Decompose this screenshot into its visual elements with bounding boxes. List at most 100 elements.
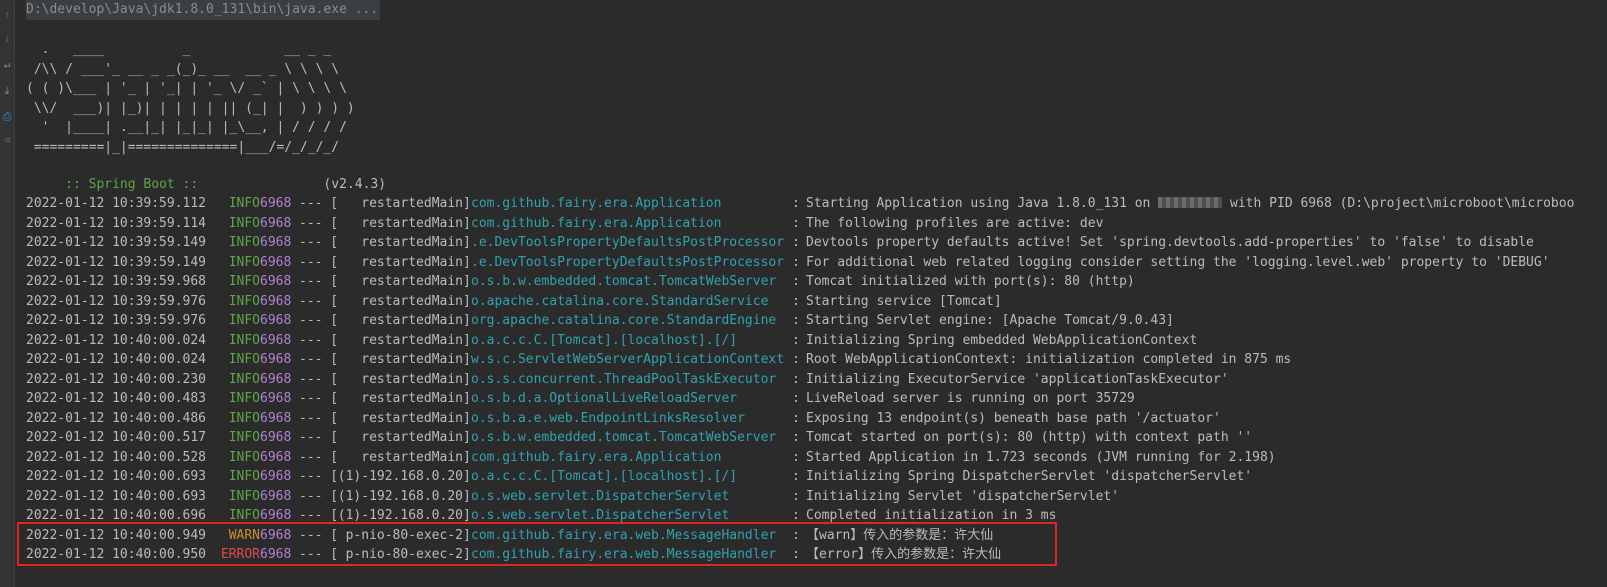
log-message-text: Initializing Spring DispatcherServlet 'd… bbox=[806, 469, 1253, 484]
log-message-text: Root WebApplicationContext: initializati… bbox=[806, 352, 1292, 367]
log-level: INFO bbox=[228, 274, 260, 289]
log-timestamp: 2022-01-12 10:39:59.968 bbox=[26, 274, 207, 289]
log-timestamp: 2022-01-12 10:40:00.486 bbox=[26, 410, 207, 426]
log-thread-close: ] bbox=[463, 215, 471, 231]
log-level: INFO bbox=[228, 196, 260, 211]
log-colon: : bbox=[792, 430, 800, 445]
log-logger: o.s.web.servlet.DispatcherServlet bbox=[471, 508, 730, 523]
log-pid: 6968 bbox=[260, 332, 292, 348]
log-message-text: LiveReload server is running on port 357… bbox=[806, 391, 1135, 406]
log-timestamp: 2022-01-12 10:39:59.114 bbox=[26, 215, 207, 231]
log-message: Devtools property defaults active! Set '… bbox=[806, 233, 1534, 253]
log-level: INFO bbox=[228, 391, 260, 406]
log-message-text: Tomcat initialized with port(s): 80 (htt… bbox=[806, 274, 1135, 289]
log-thread: restartedMain bbox=[361, 430, 463, 445]
log-colon: : bbox=[792, 469, 800, 484]
log-logger: com.github.fairy.era.Application bbox=[471, 196, 722, 211]
log-message-text: Started Application in 1.723 seconds (JV… bbox=[806, 449, 1276, 465]
log-thread-close: ] bbox=[463, 430, 471, 445]
log-level: INFO bbox=[228, 332, 260, 348]
java-command-line[interactable]: D:\develop\Java\jdk1.8.0_131\bin\java.ex… bbox=[26, 0, 381, 20]
log-colon: : bbox=[792, 313, 800, 328]
log-logger: o.a.c.c.C.[Tomcat].[localhost].[/] bbox=[471, 332, 738, 348]
log-level: INFO bbox=[228, 352, 260, 367]
log-line: 2022-01-12 10:39:59.976 INFO 6968 --- [rest… bbox=[26, 292, 1607, 312]
log-pid: 6968 bbox=[260, 469, 292, 484]
log-timestamp: 2022-01-12 10:40:00.949 bbox=[26, 527, 207, 543]
spring-boot-ascii-banner: . ____ _ __ _ _ /\\ / ___'_ __ _ _(_)_ _… bbox=[26, 42, 355, 155]
log-line: 2022-01-12 10:39:59.968 INFO 6968 --- [rest… bbox=[26, 272, 1607, 292]
log-colon: : bbox=[792, 527, 800, 543]
log-message: Starting Application using Java 1.8.0_13… bbox=[806, 194, 1574, 214]
soft-wrap-icon[interactable]: ↵ bbox=[1, 58, 13, 72]
log-thread: restartedMain bbox=[361, 196, 463, 211]
log-thread: p-nio-80-exec-2 bbox=[345, 547, 463, 562]
log-level: INFO bbox=[228, 430, 260, 445]
log-line: 2022-01-12 10:39:59.149 INFO 6968 --- [rest… bbox=[26, 253, 1607, 273]
log-pid: 6968 bbox=[260, 527, 292, 543]
log-line: 2022-01-12 10:40:00.517 INFO 6968 --- [rest… bbox=[26, 428, 1607, 448]
spring-boot-label: :: Spring Boot :: bbox=[57, 176, 207, 192]
log-pid: 6968 bbox=[260, 235, 292, 250]
log-pid: 6968 bbox=[260, 410, 292, 426]
log-thread-close: ] bbox=[463, 254, 471, 270]
log-line: 2022-01-12 10:39:59.114 INFO 6968 --- [rest… bbox=[26, 214, 1607, 234]
log-colon: : bbox=[792, 371, 800, 387]
scroll-to-end-icon[interactable]: ⤓ bbox=[1, 84, 13, 98]
log-line: 2022-01-12 10:40:00.949 WARN 6968 --- [p-ni… bbox=[26, 526, 1607, 546]
log-message: Root WebApplicationContext: initializati… bbox=[806, 350, 1291, 370]
log-thread: restartedMain bbox=[361, 391, 463, 406]
log-level: INFO bbox=[228, 449, 260, 465]
log-pid: 6968 bbox=[260, 508, 292, 523]
log-message-text: Initializing Spring embedded WebApplicat… bbox=[806, 332, 1198, 348]
log-logger: o.s.b.w.embedded.tomcat.TomcatWebServer bbox=[471, 430, 777, 445]
log-message: The following profiles are active: dev bbox=[806, 214, 1103, 234]
log-level: INFO bbox=[228, 410, 260, 426]
log-thread: restartedMain bbox=[361, 293, 463, 309]
log-colon: : bbox=[792, 391, 800, 406]
log-message-text: Exposing 13 endpoint(s) beneath base pat… bbox=[806, 410, 1221, 426]
log-level: WARN bbox=[228, 527, 260, 543]
log-timestamp: 2022-01-12 10:40:00.024 bbox=[26, 352, 207, 367]
log-message: Tomcat initialized with port(s): 80 (htt… bbox=[806, 272, 1135, 292]
log-colon: : bbox=[792, 196, 800, 211]
log-thread: restartedMain bbox=[361, 235, 463, 250]
log-message: For additional web related logging consi… bbox=[806, 253, 1550, 273]
log-message: 【warn】传入的参数是：许大仙 bbox=[806, 526, 993, 546]
arrow-up-icon[interactable]: ↑ bbox=[1, 8, 13, 22]
log-thread: restartedMain bbox=[361, 410, 463, 426]
log-pid: 6968 bbox=[260, 391, 292, 406]
trash-icon[interactable]: ⌫ bbox=[1, 134, 13, 148]
log-line: 2022-01-12 10:40:00.950 ERROR 6968 --- [p-n… bbox=[26, 545, 1607, 565]
log-thread-close: ] bbox=[463, 527, 471, 543]
log-thread-close: ] bbox=[463, 352, 471, 367]
log-thread-close: ] bbox=[463, 547, 471, 562]
log-message-text-continued: with PID 6968 (D:\project\microboot\micr… bbox=[1222, 196, 1575, 211]
log-thread-close: ] bbox=[463, 313, 471, 328]
log-lines: 2022-01-12 10:39:59.112 INFO 6968 --- [rest… bbox=[26, 194, 1607, 565]
log-logger: .e.DevToolsPropertyDefaultsPostProcessor bbox=[471, 254, 785, 270]
log-thread: restartedMain bbox=[361, 313, 463, 328]
log-thread-close: ] bbox=[463, 371, 471, 387]
log-logger: o.s.b.w.embedded.tomcat.TomcatWebServer bbox=[471, 274, 777, 289]
log-colon: : bbox=[792, 235, 800, 250]
log-thread: restartedMain bbox=[361, 215, 463, 231]
log-level: INFO bbox=[228, 313, 260, 328]
log-line: 2022-01-12 10:39:59.149 INFO 6968 --- [rest… bbox=[26, 233, 1607, 253]
arrow-down-icon[interactable]: ↓ bbox=[1, 32, 13, 46]
spring-boot-version: (v2.4.3) bbox=[206, 176, 387, 192]
log-pid: 6968 bbox=[260, 547, 292, 562]
log-thread-close: ] bbox=[463, 410, 471, 426]
log-pid: 6968 bbox=[260, 274, 292, 289]
log-level: ERROR bbox=[220, 547, 260, 562]
log-logger: o.s.web.servlet.DispatcherServlet bbox=[471, 488, 730, 504]
log-colon: : bbox=[792, 488, 800, 504]
log-timestamp: 2022-01-12 10:39:59.149 bbox=[26, 235, 207, 250]
log-timestamp: 2022-01-12 10:39:59.976 bbox=[26, 313, 207, 328]
log-message-text: Initializing Servlet 'dispatcherServlet' bbox=[806, 488, 1120, 504]
log-message-text: Starting service [Tomcat] bbox=[806, 293, 1002, 309]
log-message-text: Tomcat started on port(s): 80 (http) wit… bbox=[806, 430, 1253, 445]
print-icon[interactable]: ⎙ bbox=[1, 110, 13, 124]
run-console-output[interactable]: D:\develop\Java\jdk1.8.0_131\bin\java.ex… bbox=[26, 0, 1607, 587]
log-colon: : bbox=[792, 293, 800, 309]
